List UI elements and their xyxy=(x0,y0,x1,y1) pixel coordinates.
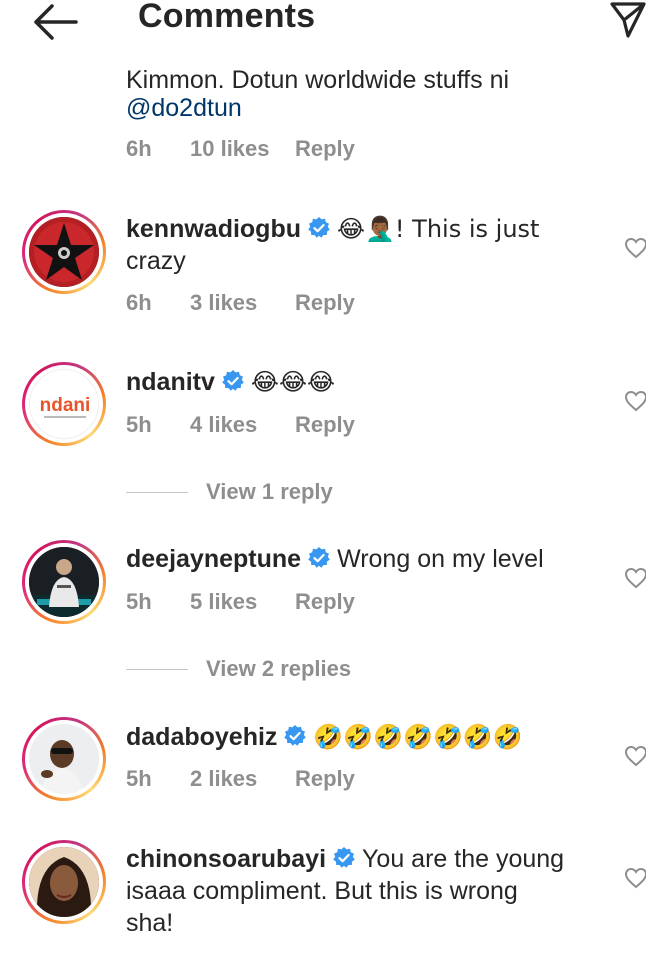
arrow-left-icon[interactable] xyxy=(28,2,80,42)
reply-button[interactable]: Reply xyxy=(295,589,355,615)
ndani-logo: ndani xyxy=(40,395,91,416)
avatar[interactable] xyxy=(22,717,106,801)
comment-text: You are the young xyxy=(362,845,565,873)
comment-meta: 6h 10 likes Reply xyxy=(126,136,355,162)
comment-body: chinonsoarubayi You are the young xyxy=(126,843,564,875)
divider xyxy=(126,668,188,670)
comment-body: dadaboyehiz 🤣🤣🤣🤣🤣🤣🤣 xyxy=(126,721,523,753)
likes-count[interactable]: 10 likes xyxy=(190,136,295,162)
view-replies-label[interactable]: View 1 reply xyxy=(206,479,333,505)
comment-meta: 5h 2 likes Reply xyxy=(126,766,355,792)
heart-icon[interactable] xyxy=(624,237,646,259)
header-bar: Comments xyxy=(0,0,646,60)
comment-text: Wrong on my level xyxy=(337,545,544,573)
avatar[interactable] xyxy=(22,210,106,294)
comment-meta: 6h 3 likes Reply xyxy=(126,290,355,316)
heart-icon[interactable] xyxy=(624,745,646,767)
comment-text: sha! xyxy=(126,909,174,937)
username[interactable]: ndanitv xyxy=(126,368,215,396)
avatar[interactable] xyxy=(22,540,106,624)
heart-icon[interactable] xyxy=(624,390,646,412)
comment-body: deejayneptune Wrong on my level xyxy=(126,543,544,575)
page-title: Comments xyxy=(138,0,316,35)
view-replies-button[interactable]: View 2 replies xyxy=(126,656,351,682)
comment-text: 🤣🤣🤣🤣🤣🤣🤣 xyxy=(313,723,523,751)
comment-time: 5h xyxy=(126,766,152,791)
verified-badge-icon xyxy=(308,547,330,568)
comment-text: crazy xyxy=(126,247,186,275)
verified-badge-icon xyxy=(284,725,307,746)
comment-time: 5h xyxy=(126,589,152,614)
comment-body: ndanitv 😂😂😂 xyxy=(126,366,335,398)
comment-text: isaaa compliment. But this is wrong xyxy=(126,877,518,905)
heart-icon[interactable] xyxy=(624,867,646,889)
username[interactable]: kennwadiogbu xyxy=(126,215,301,243)
verified-badge-icon xyxy=(222,370,244,391)
username[interactable]: chinonsoarubayi xyxy=(126,845,326,873)
likes-count[interactable]: 2 likes xyxy=(190,766,295,792)
reply-button[interactable]: Reply xyxy=(295,136,355,162)
comment-body: kennwadiogbu 😂🤦🏾‍♂️! This is just xyxy=(126,213,539,245)
username[interactable]: deejayneptune xyxy=(126,545,301,573)
comment-text: Kimmon. Dotun worldwide stuffs ni xyxy=(126,66,510,88)
comment-meta: 5h 4 likes Reply xyxy=(126,412,355,438)
username[interactable]: dadaboyehiz xyxy=(126,723,277,751)
likes-count[interactable]: 4 likes xyxy=(190,412,295,438)
reply-button[interactable]: Reply xyxy=(295,766,355,792)
view-replies-label[interactable]: View 2 replies xyxy=(206,656,351,682)
verified-badge-icon xyxy=(333,847,355,868)
heart-icon[interactable] xyxy=(624,567,646,589)
comment-text: 😂🤦🏾‍♂️! This is just xyxy=(337,215,540,243)
view-replies-button[interactable]: View 1 reply xyxy=(126,479,333,505)
avatar[interactable] xyxy=(22,840,106,924)
comment-time: 5h xyxy=(126,412,152,437)
comment-time: 6h xyxy=(126,136,152,161)
comment-meta: 5h 5 likes Reply xyxy=(126,589,355,615)
comment-text: 😂😂😂 xyxy=(250,368,336,396)
reply-button[interactable]: Reply xyxy=(295,412,355,438)
comment-time: 6h xyxy=(126,290,152,315)
paper-plane-icon[interactable] xyxy=(606,0,646,40)
likes-count[interactable]: 3 likes xyxy=(190,290,295,316)
verified-badge-icon xyxy=(308,217,330,238)
reply-button[interactable]: Reply xyxy=(295,290,355,316)
mention-link[interactable]: @do2dtun xyxy=(126,90,242,126)
likes-count[interactable]: 5 likes xyxy=(190,589,295,615)
divider xyxy=(126,491,188,493)
avatar[interactable]: ndani xyxy=(22,362,106,446)
